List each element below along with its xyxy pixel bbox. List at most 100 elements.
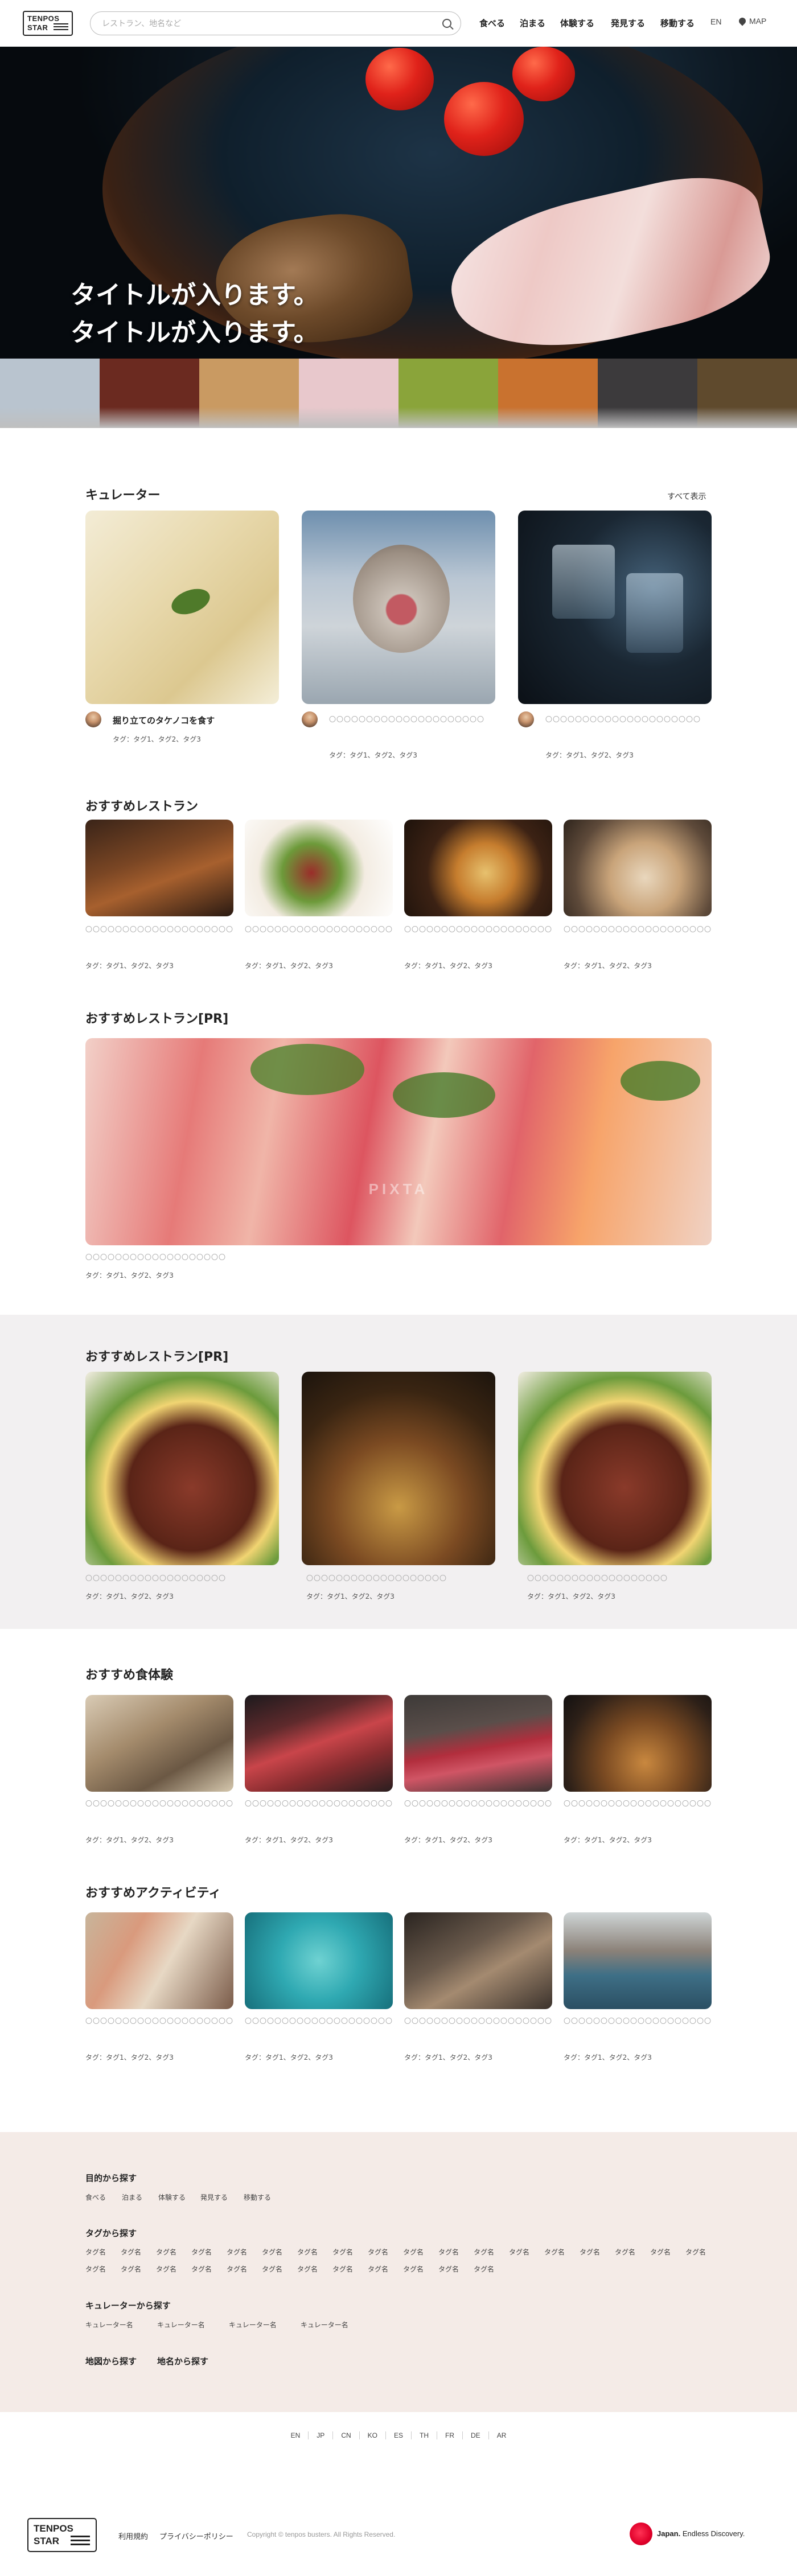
pr-card-title[interactable]: 〇〇〇〇〇〇〇〇〇〇〇〇〇〇〇〇〇〇〇 (85, 1573, 279, 1583)
experience-card-title[interactable]: 〇〇〇〇〇〇〇〇〇〇〇〇〇〇〇〇〇〇〇〇 (85, 1799, 233, 1809)
strip-tile-image[interactable] (598, 359, 697, 428)
pr-card-title[interactable]: 〇〇〇〇〇〇〇〇〇〇〇〇〇〇〇〇〇〇〇 (306, 1573, 500, 1583)
curator-card-title[interactable]: 〇〇〇〇〇〇〇〇〇〇〇〇〇〇〇〇〇〇〇〇〇 (545, 714, 710, 725)
strip-tile-image[interactable] (697, 359, 797, 428)
nav-experience[interactable]: 体験する (560, 17, 594, 29)
experience-card-title[interactable]: 〇〇〇〇〇〇〇〇〇〇〇〇〇〇〇〇〇〇〇〇 (245, 1799, 393, 1809)
strip-tile-image[interactable] (0, 359, 100, 428)
language-link[interactable]: KO (359, 2431, 385, 2439)
footer-tag-link[interactable]: タグ名 (297, 2264, 318, 2274)
experience-card-image[interactable] (564, 1695, 712, 1792)
nav-eat[interactable]: 食べる (479, 17, 505, 29)
footer-curator-link[interactable]: キュレーター名 (85, 2320, 133, 2330)
strip-tile-image[interactable] (398, 359, 498, 428)
footer-tag-link[interactable]: タグ名 (615, 2247, 635, 2257)
footer-tag-link[interactable]: タグ名 (438, 2247, 459, 2257)
map-link[interactable]: MAP (737, 16, 766, 26)
restaurant-card-image[interactable] (245, 820, 393, 916)
activity-card-image[interactable] (245, 1912, 393, 2009)
footer-curator-link[interactable]: キュレーター名 (301, 2320, 348, 2330)
restaurant-card-title[interactable]: 〇〇〇〇〇〇〇〇〇〇〇〇〇〇〇〇〇〇〇〇 (85, 924, 233, 935)
privacy-link[interactable]: プライバシーポリシー (159, 2530, 233, 2541)
curator-card-image[interactable] (518, 511, 712, 704)
footer-area-link[interactable]: 地名から探す (157, 2355, 208, 2367)
footer-tag-link[interactable]: タグ名 (297, 2247, 318, 2257)
strip-tile-image[interactable] (299, 359, 398, 428)
activity-card-title[interactable]: 〇〇〇〇〇〇〇〇〇〇〇〇〇〇〇〇〇〇〇〇 (245, 2016, 393, 2026)
pr-restaurant-title[interactable]: 〇〇〇〇〇〇〇〇〇〇〇〇〇〇〇〇〇〇〇 (85, 1252, 313, 1262)
activity-card-image[interactable] (85, 1912, 233, 2009)
footer-tag-link[interactable]: タグ名 (85, 2247, 106, 2257)
footer-tag-link[interactable]: タグ名 (474, 2247, 494, 2257)
footer-tag-link[interactable]: タグ名 (474, 2264, 494, 2274)
footer-tag-link[interactable]: タグ名 (580, 2247, 600, 2257)
language-link[interactable]: AR (488, 2431, 515, 2439)
activity-card-image[interactable] (564, 1912, 712, 2009)
footer-tag-link[interactable]: タグ名 (191, 2264, 212, 2274)
curator-card-title[interactable]: 掘り立てのタケノコを食す (113, 714, 215, 726)
footer-tag-link[interactable]: タグ名 (262, 2247, 282, 2257)
footer-purpose-link[interactable]: 食べる (85, 2192, 106, 2202)
language-switch[interactable]: EN (710, 17, 721, 26)
nav-discover[interactable]: 発見する (611, 17, 645, 29)
footer-tag-link[interactable]: タグ名 (403, 2264, 424, 2274)
footer-tag-link[interactable]: タグ名 (121, 2264, 141, 2274)
footer-purpose-link[interactable]: 体験する (158, 2192, 186, 2202)
footer-purpose-link[interactable]: 移動する (244, 2192, 271, 2202)
footer-tag-link[interactable]: タグ名 (544, 2247, 565, 2257)
footer-tag-link[interactable]: タグ名 (227, 2264, 247, 2274)
tenpos-star-logo[interactable]: TENPOS STAR (23, 11, 73, 36)
restaurant-card-title[interactable]: 〇〇〇〇〇〇〇〇〇〇〇〇〇〇〇〇〇〇〇〇 (245, 924, 393, 935)
footer-tag-link[interactable]: タグ名 (262, 2264, 282, 2274)
restaurant-card-title[interactable]: 〇〇〇〇〇〇〇〇〇〇〇〇〇〇〇〇〇〇〇〇 (404, 924, 552, 935)
restaurant-card-title[interactable]: 〇〇〇〇〇〇〇〇〇〇〇〇〇〇〇〇〇〇〇〇 (564, 924, 712, 935)
experience-card-image[interactable] (85, 1695, 233, 1792)
footer-tag-link[interactable]: タグ名 (191, 2247, 212, 2257)
strip-tile-image[interactable] (100, 359, 199, 428)
language-link[interactable]: CN (332, 2431, 359, 2439)
footer-curator-link[interactable]: キュレーター名 (229, 2320, 277, 2330)
pr-restaurant-image[interactable]: PIXTA (85, 1038, 712, 1245)
pr-card-image[interactable] (518, 1372, 712, 1565)
language-link[interactable]: FR (437, 2431, 462, 2439)
strip-tile-image[interactable] (199, 359, 299, 428)
activity-card-image[interactable] (404, 1912, 552, 2009)
experience-card-image[interactable] (404, 1695, 552, 1792)
curator-card-image[interactable] (302, 511, 495, 704)
experience-card-image[interactable] (245, 1695, 393, 1792)
experience-card-title[interactable]: 〇〇〇〇〇〇〇〇〇〇〇〇〇〇〇〇〇〇〇〇 (564, 1799, 712, 1809)
language-link[interactable]: EN (283, 2431, 309, 2439)
activity-card-title[interactable]: 〇〇〇〇〇〇〇〇〇〇〇〇〇〇〇〇〇〇〇〇 (564, 2016, 712, 2026)
curator-card-image[interactable] (85, 511, 279, 704)
terms-link[interactable]: 利用規約 (118, 2530, 148, 2541)
strip-tile-image[interactable] (498, 359, 598, 428)
pr-card-image[interactable] (85, 1372, 279, 1565)
language-link[interactable]: JP (308, 2431, 332, 2439)
footer-tag-link[interactable]: タグ名 (509, 2247, 529, 2257)
footer-tag-link[interactable]: タグ名 (650, 2247, 671, 2257)
pr-card-title[interactable]: 〇〇〇〇〇〇〇〇〇〇〇〇〇〇〇〇〇〇〇 (527, 1573, 721, 1583)
pr-card-image[interactable] (302, 1372, 495, 1565)
restaurant-card-image[interactable] (85, 820, 233, 916)
footer-tag-link[interactable]: タグ名 (85, 2264, 106, 2274)
experience-card-title[interactable]: 〇〇〇〇〇〇〇〇〇〇〇〇〇〇〇〇〇〇〇〇 (404, 1799, 552, 1809)
footer-tag-link[interactable]: タグ名 (156, 2247, 176, 2257)
footer-tag-link[interactable]: タグ名 (403, 2247, 424, 2257)
activity-card-title[interactable]: 〇〇〇〇〇〇〇〇〇〇〇〇〇〇〇〇〇〇〇〇 (404, 2016, 552, 2026)
footer-tag-link[interactable]: タグ名 (156, 2264, 176, 2274)
footer-curator-link[interactable]: キュレーター名 (157, 2320, 205, 2330)
search-icon[interactable] (442, 19, 451, 28)
footer-tag-link[interactable]: タグ名 (121, 2247, 141, 2257)
footer-purpose-link[interactable]: 泊まる (122, 2192, 142, 2202)
search-input[interactable] (102, 18, 421, 30)
footer-map-link[interactable]: 地図から探す (85, 2355, 137, 2367)
footer-tag-link[interactable]: タグ名 (332, 2264, 353, 2274)
footer-tenpos-star-logo[interactable]: TENPOS STAR (27, 2518, 97, 2552)
avatar[interactable] (85, 711, 101, 727)
footer-purpose-link[interactable]: 発見する (200, 2192, 228, 2202)
footer-tag-link[interactable]: タグ名 (438, 2264, 459, 2274)
nav-stay[interactable]: 泊まる (520, 17, 545, 29)
restaurant-card-image[interactable] (564, 820, 712, 916)
footer-tag-link[interactable]: タグ名 (368, 2247, 388, 2257)
activity-card-title[interactable]: 〇〇〇〇〇〇〇〇〇〇〇〇〇〇〇〇〇〇〇〇 (85, 2016, 233, 2026)
